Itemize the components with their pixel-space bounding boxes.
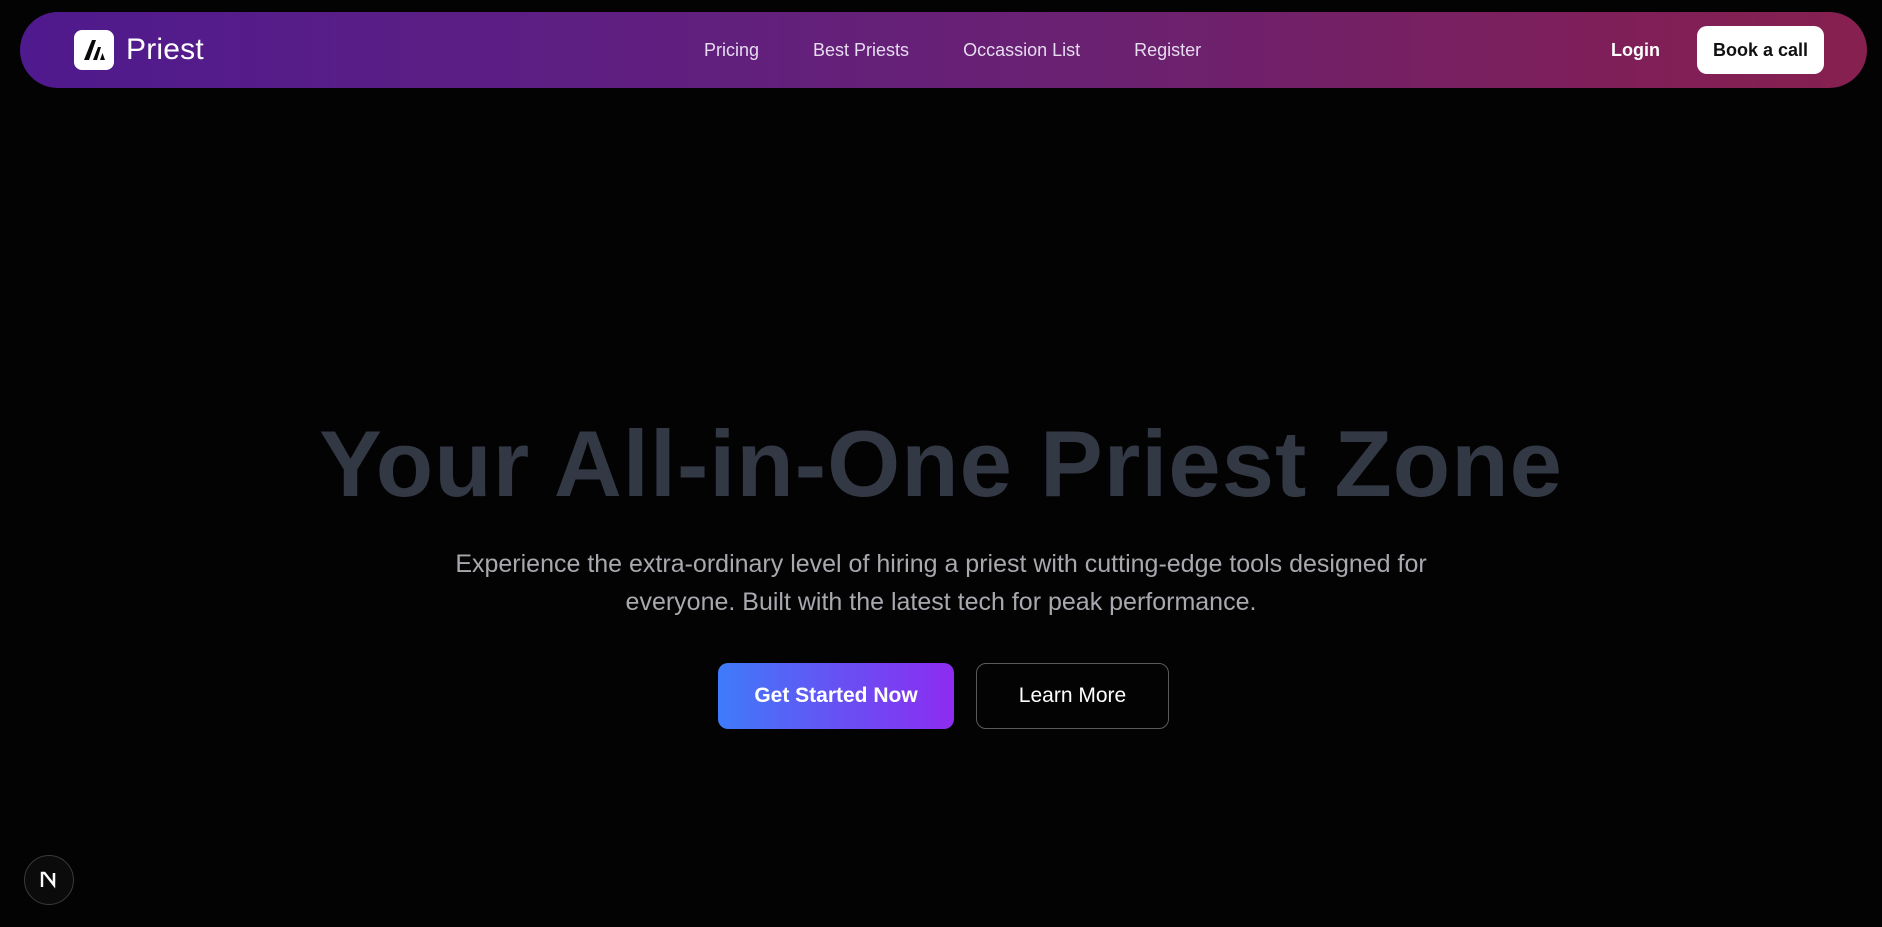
- nextjs-dev-indicator[interactable]: [24, 855, 74, 905]
- brand-name: Priest: [126, 33, 204, 66]
- nav-link-best-priests[interactable]: Best Priests: [813, 40, 909, 61]
- nextjs-n-icon: [40, 871, 56, 889]
- login-link[interactable]: Login: [1611, 12, 1660, 88]
- nav-link-pricing[interactable]: Pricing: [704, 40, 759, 61]
- navbar: Priest Pricing Best Priests Occassion Li…: [20, 12, 1867, 88]
- hero-subtitle: Experience the extra-ordinary level of h…: [455, 550, 1427, 616]
- get-started-button[interactable]: Get Started Now: [718, 663, 954, 729]
- nav-link-register[interactable]: Register: [1134, 40, 1201, 61]
- brand-link[interactable]: Priest: [74, 30, 204, 70]
- nav-links: Pricing Best Priests Occassion List Regi…: [704, 12, 1201, 88]
- book-a-call-button[interactable]: Book a call: [1697, 26, 1824, 74]
- nav-link-occassion-list[interactable]: Occassion List: [963, 40, 1080, 61]
- page: Priest Pricing Best Priests Occassion Li…: [0, 0, 1882, 927]
- brand-logo-icon: [74, 30, 114, 70]
- learn-more-button[interactable]: Learn More: [976, 663, 1169, 729]
- hero-title: Your All-in-One Priest Zone: [319, 411, 1563, 516]
